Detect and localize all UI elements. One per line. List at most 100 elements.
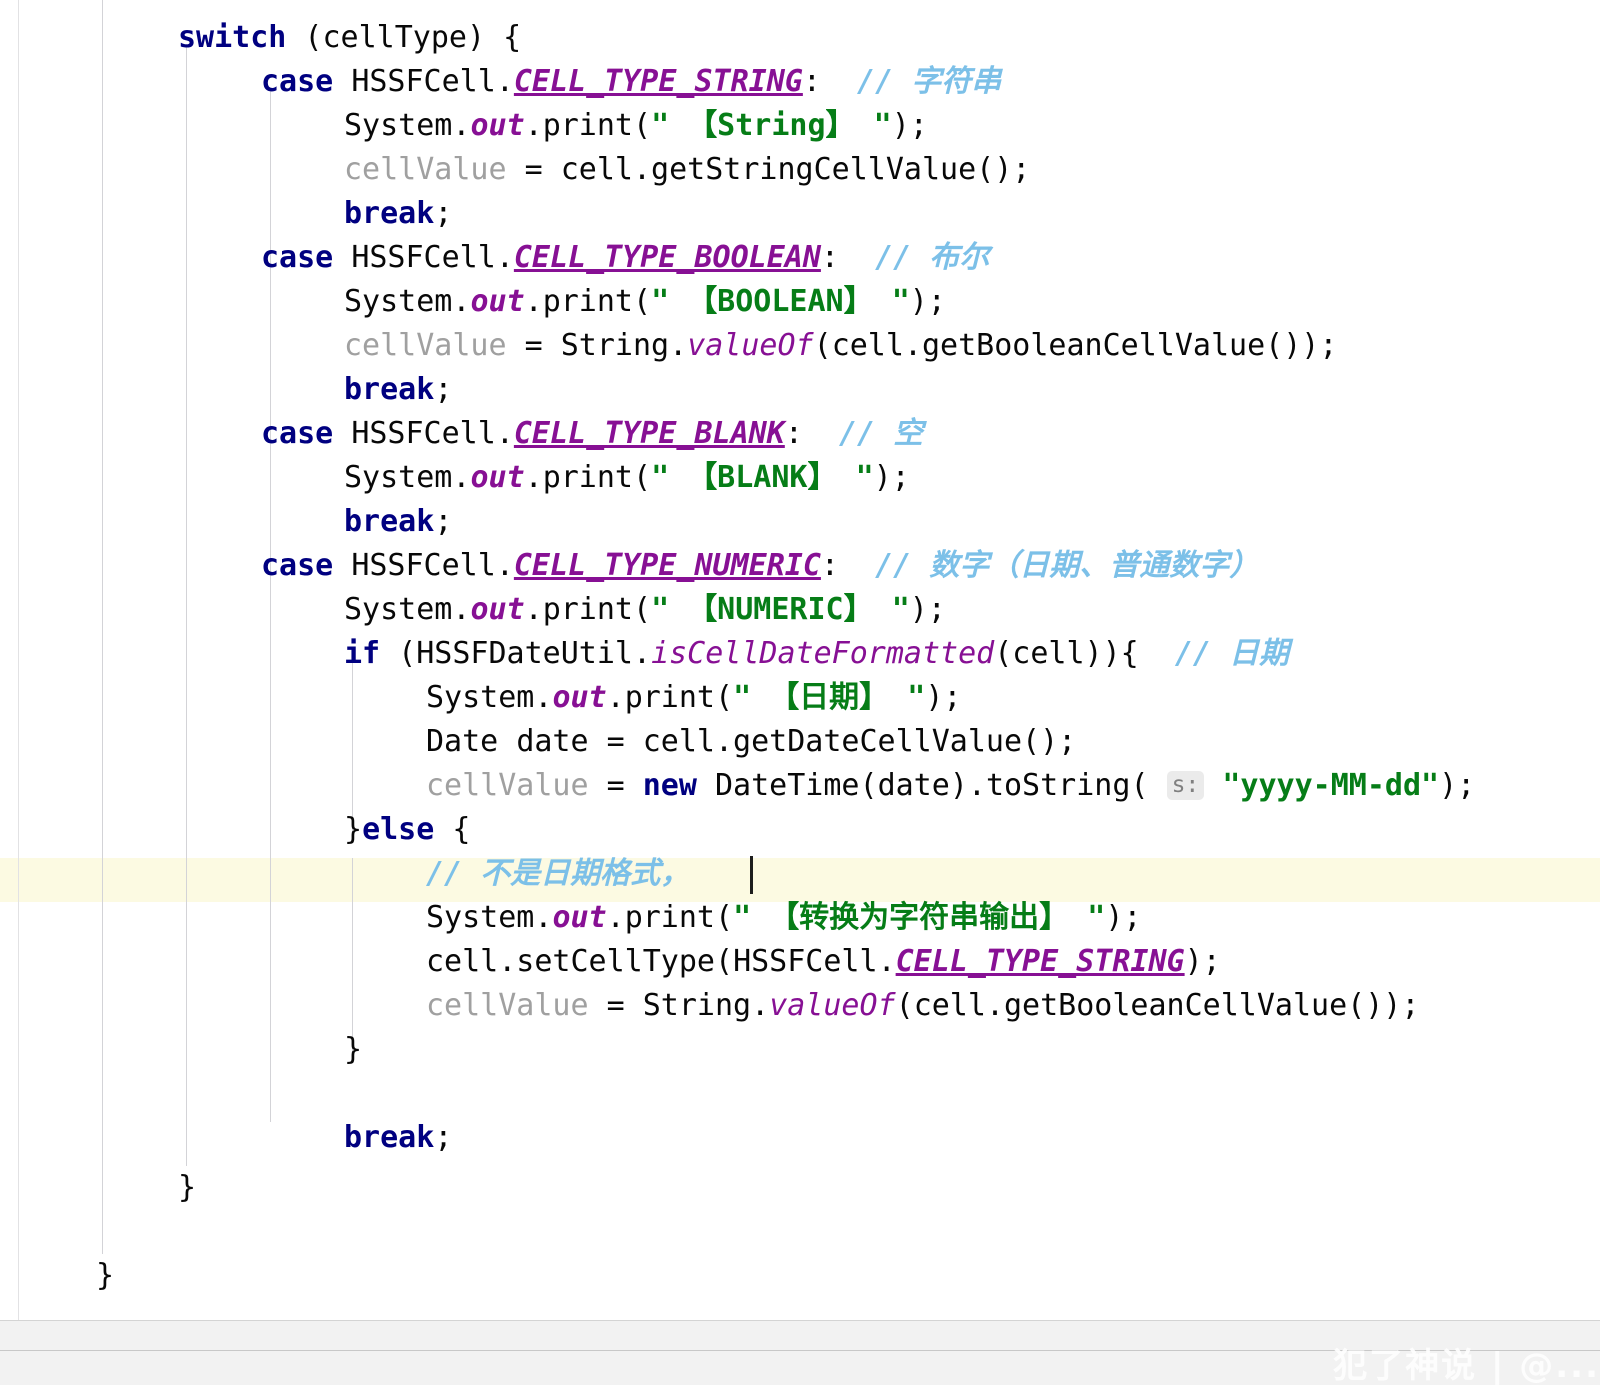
token-keyword-break: break: [344, 372, 435, 407]
token-class-datetime: DateTime: [715, 768, 860, 803]
code-line[interactable]: case HSSFCell.CELL_TYPE_BOOLEAN: // 布尔: [0, 236, 1560, 280]
code-line[interactable]: break;: [0, 1116, 1560, 1160]
token-class-system: System: [344, 460, 453, 495]
code-line[interactable]: if (HSSFDateUtil.isCellDateFormatted(cel…: [0, 632, 1560, 676]
token-method-print: print: [542, 592, 633, 627]
code-line[interactable]: cellValue = cell.getStringCellValue();: [0, 148, 1560, 192]
token-class-hssfcell: HSSFCell: [351, 548, 496, 583]
token-field-out: out: [470, 108, 525, 143]
token-class-system: System: [426, 900, 535, 935]
code-viewport[interactable]: switch (cellType) { case HSSFCell.CELL_T…: [0, 0, 1600, 1320]
token-var-date: date: [877, 768, 950, 803]
comment-string-cn: // 字符串: [857, 64, 1002, 99]
code-line-empty[interactable]: [0, 1072, 1560, 1116]
token-field-out: out: [470, 592, 525, 627]
token-class-hssfdateutil: HSSFDateUtil: [416, 636, 633, 671]
token-keyword-case: case: [261, 548, 334, 583]
token-keyword-break: break: [344, 196, 435, 231]
token-keyword-break: break: [344, 504, 435, 539]
token-var-cellvalue: cellValue: [426, 768, 589, 803]
token-class-hssfcell: HSSFCell: [351, 64, 496, 99]
token-field-out: out: [552, 680, 607, 715]
code-line[interactable]: Date date = cell.getDateCellValue();: [0, 720, 1560, 764]
code-line[interactable]: System.out.print(" 【String】 ");: [0, 104, 1560, 148]
code-line[interactable]: }: [0, 1166, 1560, 1210]
code-line[interactable]: System.out.print(" 【转换为字符串输出】 ");: [0, 896, 1560, 940]
code-line[interactable]: System.out.print(" 【BOOLEAN】 ");: [0, 280, 1560, 324]
watermark-text: 犯了神说 | @...: [1333, 1346, 1600, 1386]
comment-blank-cn: // 空: [839, 416, 924, 451]
token-field-cell-type-numeric: CELL_TYPE_NUMERIC: [513, 548, 821, 583]
token-var-date: date: [516, 724, 589, 759]
token-method-print: print: [542, 460, 633, 495]
code-editor-window: switch (cellType) { case HSSFCell.CELL_T…: [0, 0, 1600, 1386]
code-line[interactable]: }else {: [0, 808, 1560, 852]
token-class-hssfcell: HSSFCell: [351, 240, 496, 275]
token-string-blank-tag: 【BLANK】: [687, 460, 838, 495]
token-class-string: String: [642, 988, 752, 1023]
token-method-valueof: valueOf: [687, 328, 814, 363]
token-field-out: out: [552, 900, 607, 935]
token-field-out: out: [470, 460, 525, 495]
token-class-date: Date: [426, 724, 499, 759]
token-method-tostring: toString: [985, 768, 1131, 803]
token-keyword-else: else: [362, 812, 435, 847]
token-string-numeric-tag: 【NUMERIC】: [687, 592, 874, 627]
token-var-celltype: cellType: [322, 20, 468, 55]
token-var-cellvalue: cellValue: [426, 988, 589, 1023]
code-line[interactable]: switch (cellType) {: [0, 16, 1560, 60]
token-method-print: print: [542, 284, 633, 319]
code-line[interactable]: cellValue = new DateTime(date).toString(…: [0, 764, 1560, 808]
token-string-boolean-tag: 【BOOLEAN】: [687, 284, 874, 319]
token-keyword-if: if: [344, 636, 381, 671]
text-caret: [750, 856, 753, 894]
token-method-valueof: valueOf: [769, 988, 896, 1023]
token-string-date-format: "yyyy-MM-dd": [1222, 768, 1440, 803]
code-line[interactable]: System.out.print(" 【日期】 ");: [0, 676, 1560, 720]
code-line-empty[interactable]: [0, 1210, 1560, 1254]
code-line[interactable]: }: [0, 1254, 1560, 1298]
token-class-system: System: [344, 592, 453, 627]
token-field-cell-type-boolean: CELL_TYPE_BOOLEAN: [513, 240, 821, 275]
token-keyword-case: case: [261, 64, 334, 99]
code-line[interactable]: cell.setCellType(HSSFCell.CELL_TYPE_STRI…: [0, 940, 1560, 984]
token-keyword-case: case: [261, 416, 334, 451]
code-line[interactable]: break;: [0, 500, 1560, 544]
token-field-out: out: [470, 284, 525, 319]
token-class-hssfcell: HSSFCell: [733, 944, 878, 979]
token-var-cell: cell: [913, 988, 986, 1023]
token-method-print: print: [624, 680, 715, 715]
token-class-hssfcell: HSSFCell: [351, 416, 496, 451]
comment-boolean-cn: // 布尔: [875, 240, 990, 275]
token-field-cell-type-string: CELL_TYPE_STRING: [513, 64, 803, 99]
token-class-system: System: [344, 108, 453, 143]
token-class-system: System: [344, 284, 453, 319]
inlay-hint-parameter-s[interactable]: s:: [1166, 771, 1205, 800]
comment-not-date-format-cn: // 不是日期格式，: [426, 856, 691, 891]
token-field-cell-type-blank: CELL_TYPE_BLANK: [513, 416, 785, 451]
token-class-system: System: [426, 680, 535, 715]
code-line[interactable]: break;: [0, 368, 1560, 412]
code-line[interactable]: }: [0, 1028, 1560, 1072]
token-keyword-break: break: [344, 1120, 435, 1155]
token-method-iscelldateformatted: isCellDateFormatted: [651, 636, 995, 671]
token-keyword-case: case: [261, 240, 334, 275]
code-line[interactable]: System.out.print(" 【BLANK】 ");: [0, 456, 1560, 500]
comment-date-cn: // 日期: [1174, 636, 1290, 671]
code-line[interactable]: case HSSFCell.CELL_TYPE_NUMERIC: // 数字（日…: [0, 544, 1560, 588]
code-line[interactable]: case HSSFCell.CELL_TYPE_BLANK: // 空: [0, 412, 1560, 456]
code-line[interactable]: System.out.print(" 【NUMERIC】 ");: [0, 588, 1560, 632]
code-line[interactable]: cellValue = String.valueOf(cell.getBoole…: [0, 324, 1560, 368]
code-line-caret[interactable]: // 不是日期格式，: [0, 852, 1560, 896]
token-var-cellvalue: cellValue: [344, 328, 507, 363]
token-var-cell: cell: [560, 152, 633, 187]
token-var-cell: cell: [831, 328, 904, 363]
token-string-convert-tag: 【转换为字符串输出】: [769, 900, 1070, 935]
code-line[interactable]: break;: [0, 192, 1560, 236]
token-keyword-switch: switch: [178, 20, 287, 55]
code-line[interactable]: case HSSFCell.CELL_TYPE_STRING: // 字符串: [0, 60, 1560, 104]
token-string-date-tag: 【日期】: [769, 680, 890, 715]
code-line[interactable]: cellValue = String.valueOf(cell.getBoole…: [0, 984, 1560, 1028]
token-field-cell-type-string: CELL_TYPE_STRING: [895, 944, 1185, 979]
token-var-cell: cell: [642, 724, 715, 759]
